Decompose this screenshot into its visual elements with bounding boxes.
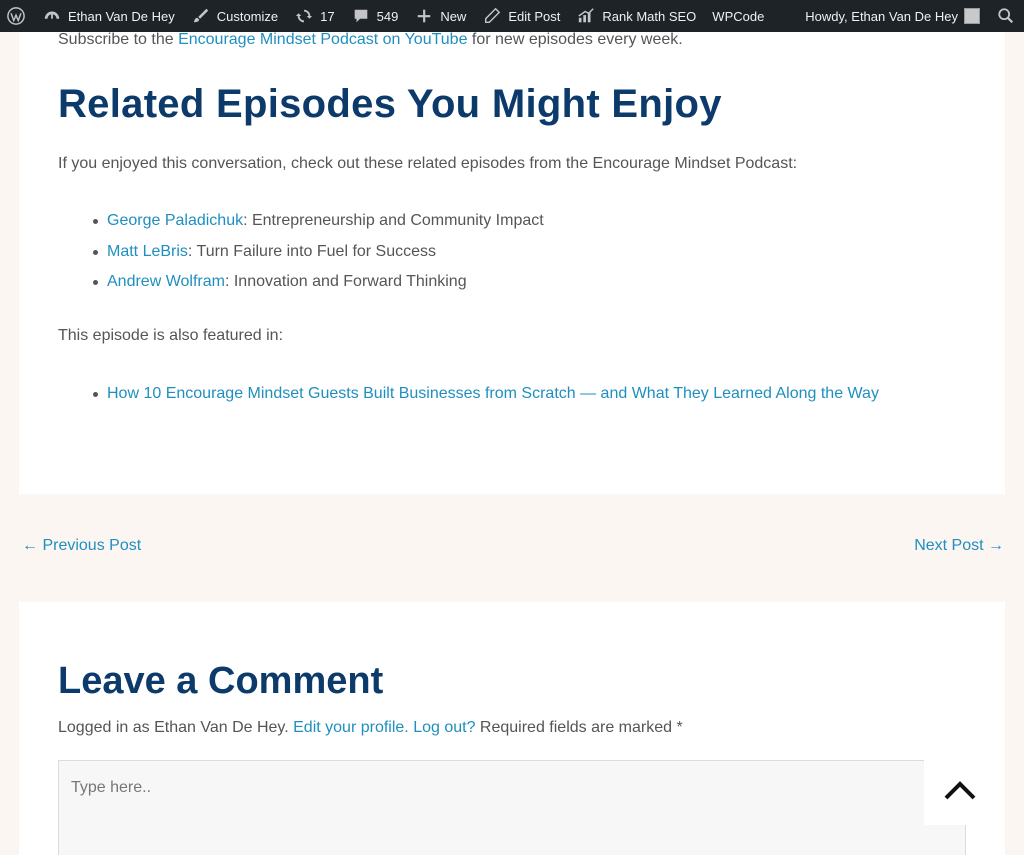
- episode-description: : Turn Failure into Fuel for Success: [187, 242, 437, 260]
- subscribe-prefix: Subscribe to the: [58, 31, 179, 48]
- wpcode-link[interactable]: WPCode: [704, 0, 772, 32]
- log-out-link[interactable]: Log out?: [413, 719, 475, 736]
- comments-count: 549: [376, 8, 399, 24]
- dashboard-icon: [42, 6, 62, 26]
- wpcode-label: WPCode: [712, 8, 765, 24]
- avatar: [964, 8, 980, 24]
- howdy-label: Howdy, Ethan Van De Hey: [805, 8, 958, 24]
- comment-card: Leave a Comment Logged in as Ethan Van D…: [19, 602, 1005, 855]
- admin-bar: Ethan Van De Hey Customize 17 549 New Ed…: [0, 0, 1024, 32]
- episode-description: : Entrepreneurship and Community Impact: [243, 212, 544, 229]
- admin-bar-right: Howdy, Ethan Van De Hey: [797, 0, 1024, 32]
- episode-link[interactable]: Matt LeBris: [107, 243, 188, 260]
- new-label: New: [440, 8, 467, 24]
- scroll-to-top-button[interactable]: [924, 755, 996, 825]
- rank-math-label: Rank Math SEO: [602, 8, 697, 24]
- customize-link[interactable]: Customize: [183, 0, 286, 32]
- comments-link[interactable]: 549: [343, 0, 407, 32]
- plus-icon: [414, 6, 434, 26]
- updates-link[interactable]: 17: [286, 0, 342, 32]
- updates-count: 17: [320, 8, 335, 24]
- logged-in-prefix: Logged in as Ethan Van De Hey.: [58, 719, 294, 736]
- related-lead-text: If you enjoyed this conversation, check …: [58, 155, 798, 172]
- comment-icon: [351, 6, 371, 26]
- featured-article-link[interactable]: How 10 Encourage Mindset Guests Built Bu…: [107, 385, 879, 402]
- episode-description: : Innovation and Forward Thinking: [224, 273, 467, 290]
- refresh-icon: [294, 6, 314, 26]
- rank-math-icon: [576, 6, 596, 26]
- brush-icon: [191, 6, 211, 26]
- rank-math-link[interactable]: Rank Math SEO: [568, 0, 704, 32]
- required-fields-note: Required fields are marked *: [475, 719, 683, 736]
- admin-bar-left: Ethan Van De Hey Customize 17 549 New Ed…: [0, 0, 772, 32]
- comment-textarea[interactable]: [58, 760, 966, 855]
- episode-link[interactable]: George Paladichuk: [107, 212, 243, 229]
- featured-in-list: How 10 Encourage Mindset Guests Built Bu…: [93, 379, 973, 410]
- new-content-link[interactable]: New: [406, 0, 474, 32]
- customize-label: Customize: [216, 8, 279, 24]
- wordpress-menu[interactable]: [0, 0, 34, 32]
- list-item: Andrew Wolfram: Innovation and Forward T…: [93, 267, 544, 298]
- chevron-up-icon: [944, 781, 976, 800]
- previous-post-link[interactable]: ← Previous Post: [22, 537, 141, 555]
- leave-comment-heading: Leave a Comment: [58, 660, 384, 702]
- related-episodes-list: George Paladichuk: Entrepreneurship and …: [93, 206, 544, 298]
- logged-in-notice: Logged in as Ethan Van De Hey. Edit your…: [58, 719, 683, 737]
- edit-post-label: Edit Post: [508, 8, 561, 24]
- next-post-link[interactable]: Next Post →: [914, 537, 1004, 555]
- site-name-link[interactable]: Ethan Van De Hey: [34, 0, 183, 32]
- youtube-podcast-link[interactable]: Encourage Mindset Podcast on YouTube: [178, 31, 467, 48]
- wordpress-icon: [6, 6, 26, 26]
- edit-profile-link[interactable]: Edit your profile.: [293, 719, 409, 736]
- article-content-card: Subscribe to the Encourage Mindset Podca…: [19, 31, 1005, 494]
- related-episodes-heading: Related Episodes You Might Enjoy: [58, 82, 722, 126]
- search-icon: [996, 6, 1016, 26]
- list-item: Matt LeBris: Turn Failure into Fuel for …: [93, 237, 544, 268]
- post-navigation: ← Previous Post Next Post →: [22, 537, 1004, 559]
- list-item: George Paladichuk: Entrepreneurship and …: [93, 206, 544, 237]
- admin-search-button[interactable]: [988, 0, 1024, 32]
- pencil-icon: [482, 6, 502, 26]
- site-name-label: Ethan Van De Hey: [68, 8, 175, 24]
- list-item: How 10 Encourage Mindset Guests Built Bu…: [93, 379, 973, 410]
- subscribe-line: Subscribe to the Encourage Mindset Podca…: [58, 31, 683, 49]
- featured-lead-text: This episode is also featured in:: [58, 327, 284, 344]
- episode-link[interactable]: Andrew Wolfram: [107, 273, 225, 290]
- subscribe-suffix: for new episodes every week.: [467, 31, 683, 48]
- edit-post-link[interactable]: Edit Post: [474, 0, 568, 32]
- account-menu[interactable]: Howdy, Ethan Van De Hey: [797, 0, 988, 32]
